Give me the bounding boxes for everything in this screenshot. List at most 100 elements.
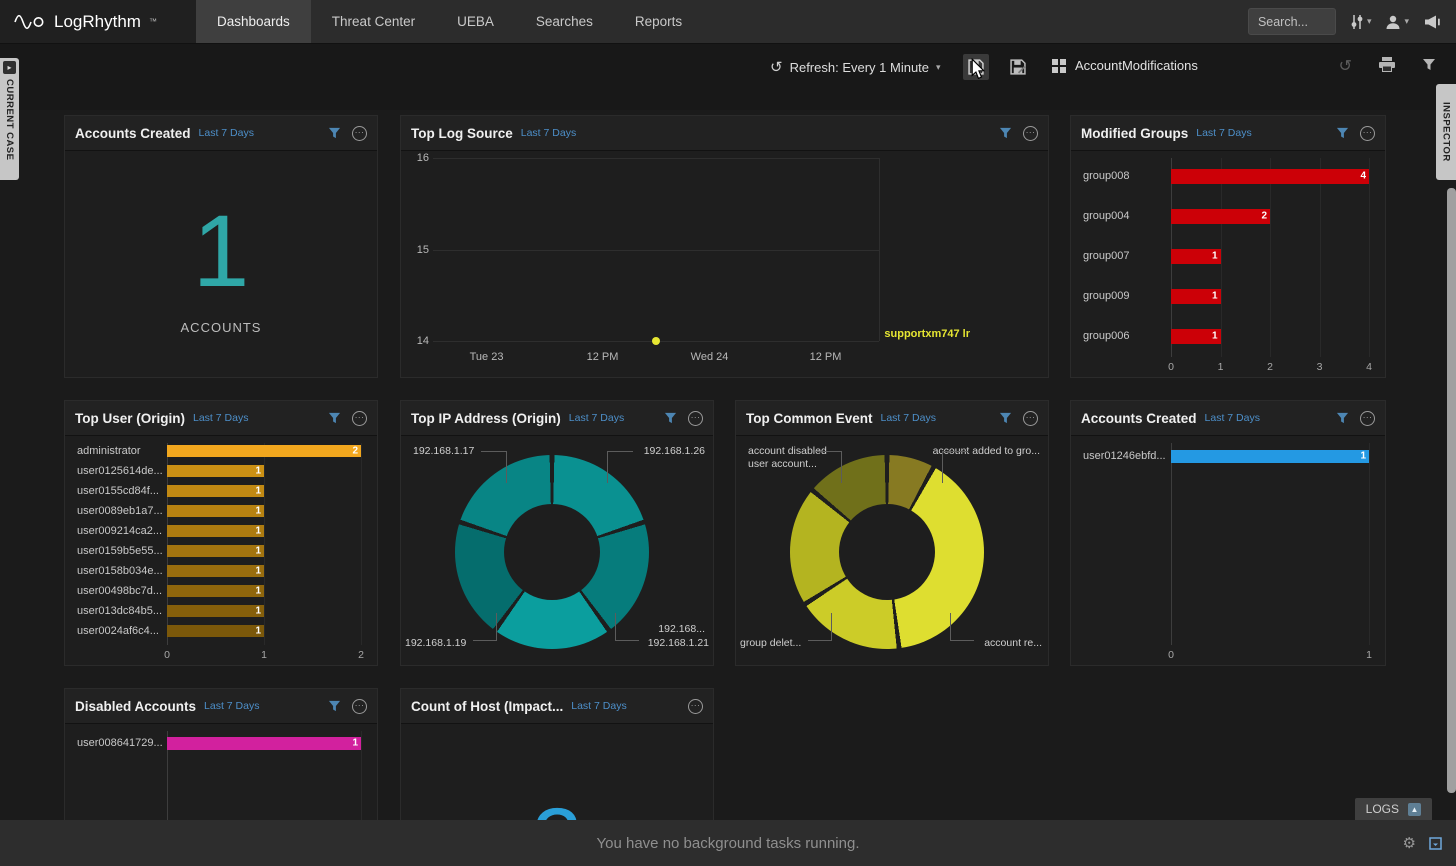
tab-searches[interactable]: Searches (515, 0, 614, 43)
funnel-icon[interactable] (999, 412, 1012, 425)
funnel-icon[interactable] (328, 127, 341, 140)
toolbar-right-icons: ↺ (1339, 56, 1436, 76)
bar[interactable]: 1 (167, 605, 264, 617)
settings-menu[interactable]: ▾ (1350, 14, 1372, 30)
tab-reports[interactable]: Reports (614, 0, 703, 43)
vertical-scrollbar[interactable] (1447, 188, 1456, 793)
x-axis-tick: Wed 24 (691, 351, 729, 363)
gear-icon[interactable]: ⚙ (1403, 834, 1416, 852)
bar-label: user008641729... (77, 737, 167, 749)
widget-subtitle: Last 7 Days (521, 127, 576, 139)
bar-label: user0024af6c4... (77, 625, 167, 637)
current-case-tab[interactable]: ▸ CURRENT CASE (0, 58, 19, 180)
main-nav-tabs: DashboardsThreat CenterUEBASearchesRepor… (196, 0, 703, 43)
bar[interactable]: 1 (1171, 249, 1221, 264)
tab-dashboards[interactable]: Dashboards (196, 0, 311, 43)
search-input[interactable] (1248, 8, 1336, 35)
undo-icon: ↺ (1339, 58, 1352, 75)
widget-title: Top Log Source (411, 126, 513, 141)
funnel-icon[interactable] (1336, 412, 1349, 425)
widget-menu-icon[interactable]: ··· (1023, 411, 1038, 426)
bar[interactable]: 1 (1171, 289, 1221, 304)
widget-menu-icon[interactable]: ··· (1360, 411, 1375, 426)
bar-row: user013dc84b5...1 (77, 601, 361, 621)
dashboard-selector[interactable]: AccountModifications (1052, 58, 1198, 73)
logrhythm-brand[interactable]: LogRhythm™ (0, 0, 196, 43)
donut-label: 192.168.1.21 (648, 637, 709, 649)
dashboard-grid-icon (1052, 59, 1066, 73)
axis-tick: 1 (261, 649, 267, 661)
funnel-icon[interactable] (1336, 127, 1349, 140)
bar-value: 1 (1360, 451, 1366, 462)
x-axis: 01234 (1171, 361, 1369, 375)
bar[interactable]: 1 (167, 625, 264, 637)
funnel-icon (1422, 58, 1436, 72)
widget-subtitle: Last 7 Days (193, 412, 248, 424)
filter-button[interactable] (1422, 58, 1436, 75)
logs-tab[interactable]: LOGS ▲ (1355, 798, 1432, 820)
widget-menu-icon[interactable]: ··· (1360, 126, 1375, 141)
bar[interactable]: 1 (1171, 450, 1369, 463)
widget-title: Disabled Accounts (75, 699, 196, 714)
announcements-button[interactable] (1423, 14, 1442, 30)
data-point[interactable] (652, 337, 660, 345)
bar-label: group008 (1083, 170, 1171, 182)
widget-title: Top Common Event (746, 411, 873, 426)
chart-gridlines (1171, 443, 1369, 645)
x-axis-tick: Tue 23 (470, 351, 504, 363)
widget-title: Count of Host (Impact... (411, 699, 563, 714)
bar[interactable]: 1 (167, 545, 264, 557)
user-menu[interactable]: ▾ (1385, 14, 1409, 30)
widget-subtitle: Last 7 Days (204, 700, 259, 712)
bar-value: 1 (255, 546, 261, 557)
inspector-tab[interactable]: INSPECTOR (1436, 84, 1456, 180)
save-as-button[interactable] (1005, 54, 1031, 80)
bar[interactable]: 1 (167, 737, 361, 750)
inspector-label: INSPECTOR (1441, 102, 1452, 162)
x-axis-tick: 12 PM (587, 351, 619, 363)
background-tasks-message: You have no background tasks running. (597, 835, 860, 852)
bar[interactable]: 1 (1171, 329, 1221, 344)
donut-label: account disabled (748, 445, 827, 457)
donut-chart[interactable] (455, 455, 649, 649)
bar[interactable]: 1 (167, 465, 264, 477)
bar[interactable]: 1 (167, 585, 264, 597)
save-dashboard-button[interactable] (963, 54, 989, 80)
app-root: { "nav": { "brand": "LogRhythm", "tabs":… (0, 0, 1456, 866)
widget-menu-icon[interactable]: ··· (352, 126, 367, 141)
widget-menu-icon[interactable]: ··· (688, 699, 703, 714)
bar[interactable]: 1 (167, 525, 264, 537)
bar[interactable]: 4 (1171, 169, 1369, 184)
y-axis-tick: 14 (405, 335, 429, 347)
widget-menu-icon[interactable]: ··· (1023, 126, 1038, 141)
axis-tick: 0 (164, 649, 170, 661)
widget-menu-icon[interactable]: ··· (352, 411, 367, 426)
bar[interactable]: 1 (167, 485, 264, 497)
bar-value: 1 (255, 506, 261, 517)
bar[interactable]: 2 (167, 445, 361, 457)
tab-threat-center[interactable]: Threat Center (311, 0, 436, 43)
funnel-icon[interactable] (328, 700, 341, 713)
donut-chart[interactable] (790, 455, 984, 649)
widget-subtitle: Last 7 Days (199, 127, 254, 139)
widget-menu-icon[interactable]: ··· (352, 699, 367, 714)
bar-row: user008641729...1 (77, 729, 361, 757)
bar-label: user0089eb1a7... (77, 505, 167, 517)
axis-tick: 3 (1317, 361, 1323, 373)
refresh-interval-dropdown[interactable]: ↺ Refresh: Every 1 Minute ▾ (770, 58, 941, 76)
widget-subtitle: Last 7 Days (569, 412, 624, 424)
popout-icon[interactable] (1429, 837, 1442, 850)
bar-label: user0159b5e55... (77, 545, 167, 557)
bar[interactable]: 1 (167, 565, 264, 577)
bar-value: 1 (1212, 291, 1218, 302)
print-button[interactable] (1379, 57, 1395, 75)
funnel-icon[interactable] (664, 412, 677, 425)
bar[interactable]: 2 (1171, 209, 1270, 224)
funnel-icon[interactable] (999, 127, 1012, 140)
funnel-icon[interactable] (328, 412, 341, 425)
tab-ueba[interactable]: UEBA (436, 0, 515, 43)
undo-button[interactable]: ↺ (1339, 56, 1352, 76)
dashboard-name: AccountModifications (1075, 58, 1198, 73)
bar[interactable]: 1 (167, 505, 264, 517)
widget-menu-icon[interactable]: ··· (688, 411, 703, 426)
